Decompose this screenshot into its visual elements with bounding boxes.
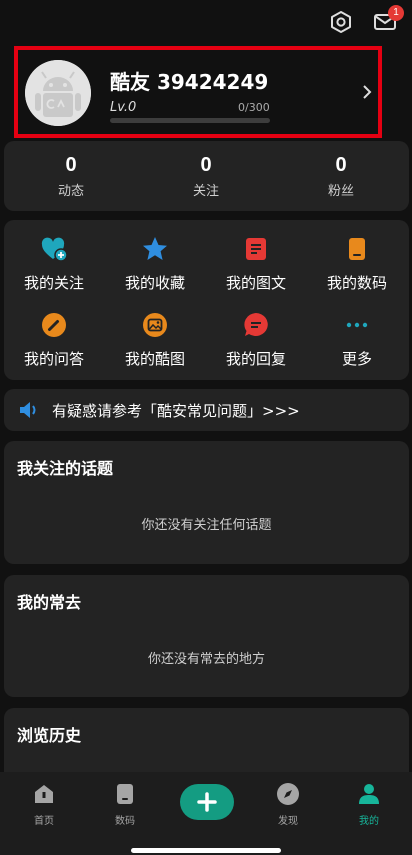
nav-me[interactable]: 我的 [339, 782, 399, 827]
faq-notice-text: 有疑惑请参考「酷安常见问题」>>> [52, 402, 300, 420]
home-indicator [131, 848, 281, 853]
menu-item-label: 我的收藏 [124, 274, 185, 292]
stat-value: 0 [200, 154, 212, 176]
menu-item-label: 我的关注 [23, 274, 84, 292]
menu-item-label: 我的回复 [225, 350, 286, 368]
stat-value: 0 [335, 154, 347, 176]
stat-label: 动态 [57, 184, 84, 199]
nav-label: 我的 [359, 816, 379, 827]
nav-discover[interactable]: 发现 [258, 782, 318, 827]
menu-item-label: 更多 [341, 350, 372, 368]
menu-item-articles[interactable]: 我的图文 [206, 236, 306, 293]
menu-item-label: 我的图文 [225, 274, 286, 292]
home-icon [32, 782, 56, 806]
empty-state-text: 你还没有常去的地方 [147, 652, 265, 667]
mail-button[interactable]: 1 [373, 5, 404, 34]
nav-label: 发现 [278, 816, 298, 827]
menu-item-more[interactable]: 更多 [307, 312, 407, 369]
star-icon [142, 236, 168, 262]
menu-item-qa[interactable]: 我的问答 [4, 312, 104, 369]
followed-topics-section: 我关注的话题 你还没有关注任何话题 [4, 441, 409, 564]
image-icon [142, 312, 168, 338]
section-title: 我关注的话题 [17, 459, 114, 478]
create-post-button[interactable] [180, 784, 234, 820]
menu-item-label: 我的数码 [326, 274, 387, 292]
stat-label: 关注 [192, 184, 219, 199]
nav-devices[interactable]: 数码 [95, 782, 155, 827]
nav-home[interactable]: 首页 [14, 782, 74, 827]
plus-icon [197, 792, 217, 812]
profile-header[interactable]: 酷友 39424249 Lv.0 0/300 [14, 46, 382, 138]
level-label: Lv.0 [110, 100, 137, 115]
frequent-places-section: 我的常去 你还没有常去的地方 [4, 575, 409, 697]
settings-gear-icon[interactable] [329, 10, 353, 34]
bottom-nav: 首页 数码 发现 我的 [0, 772, 412, 855]
phone-icon [344, 236, 370, 262]
heart-plus-icon [41, 236, 68, 262]
mail-badge: 1 [388, 5, 404, 21]
more-dots-icon [344, 312, 370, 338]
chat-icon [243, 312, 269, 338]
menu-item-favorites[interactable]: 我的收藏 [105, 236, 205, 293]
menu-item-devices[interactable]: 我的数码 [307, 236, 407, 293]
empty-state-text: 你还没有关注任何话题 [141, 518, 272, 533]
document-icon [243, 236, 269, 262]
compass-icon [276, 782, 300, 806]
section-title: 浏览历史 [17, 726, 82, 745]
stat-value: 0 [65, 154, 77, 176]
menu-item-following[interactable]: 我的关注 [4, 236, 104, 293]
menu-item-label: 我的酷图 [124, 350, 185, 368]
avatar[interactable] [25, 60, 91, 126]
xp-counter: 0/300 [238, 101, 270, 114]
stat-followers[interactable]: 0 粉丝 [296, 153, 386, 199]
phone-icon [113, 782, 137, 806]
person-icon [357, 782, 381, 806]
stat-label: 粉丝 [327, 184, 354, 199]
stat-posts[interactable]: 0 动态 [26, 153, 116, 199]
nav-label: 首页 [34, 816, 54, 827]
xp-progress-bar [110, 118, 270, 123]
faq-notice[interactable]: 有疑惑请参考「酷安常见问题」>>> [4, 389, 409, 431]
username: 酷友 39424249 [110, 70, 269, 94]
nav-label: 数码 [115, 816, 135, 827]
menu-grid: 我的关注 我的收藏 我的图文 我的数码 我的问答 我的酷图 我的回复 更多 [4, 220, 409, 380]
stat-following[interactable]: 0 关注 [161, 153, 251, 199]
menu-item-replies[interactable]: 我的回复 [206, 312, 306, 369]
section-title: 我的常去 [17, 593, 82, 612]
menu-item-label: 我的问答 [23, 350, 84, 368]
menu-item-images[interactable]: 我的酷图 [105, 312, 205, 369]
chevron-right-icon [360, 84, 374, 100]
pencil-icon [41, 312, 67, 338]
top-bar: 1 [0, 0, 412, 44]
stats-card: 0 动态 0 关注 0 粉丝 [4, 141, 409, 211]
speaker-icon [18, 400, 40, 420]
